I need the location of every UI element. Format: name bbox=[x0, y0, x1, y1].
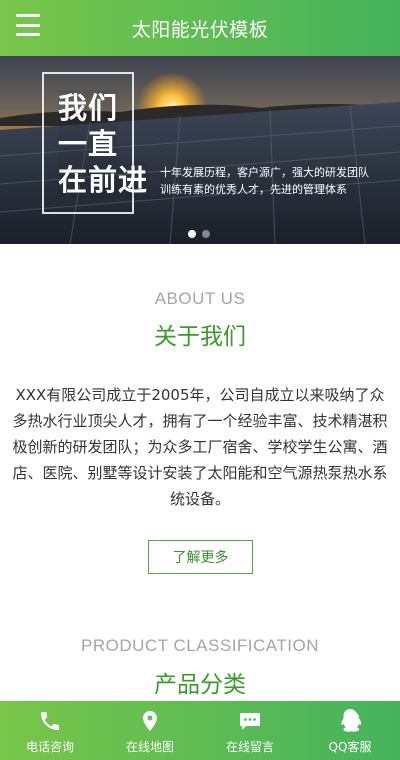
nav-message-label: 在线留言 bbox=[225, 740, 274, 754]
slogan-line-2: 一直 bbox=[58, 126, 119, 162]
products-title-en: PRODUCT CLASSIFICATION bbox=[80, 636, 319, 655]
carousel-dot-1[interactable] bbox=[188, 230, 196, 238]
map-pin-icon bbox=[137, 708, 163, 734]
hero-banner[interactable]: 我们 一直 在前进 十年发展历程，客户源广，强大的研发团队 训练有素的优秀人才，… bbox=[0, 56, 400, 244]
tagline-line-2: 训练有素的优秀人才，先进的管理体系 bbox=[160, 183, 347, 196]
slogan-line-3: 在前进 bbox=[58, 162, 149, 198]
products-title-cn: 产品分类 bbox=[154, 672, 246, 698]
qq-icon bbox=[337, 708, 363, 734]
slogan-line-1: 我们 bbox=[58, 90, 119, 126]
learn-more-button[interactable]: 了解更多 bbox=[148, 540, 253, 574]
tagline-line-1: 十年发展历程，客户源广，强大的研发团队 bbox=[160, 166, 369, 179]
hamburger-menu-icon[interactable] bbox=[16, 14, 40, 36]
message-icon bbox=[237, 708, 263, 734]
nav-qq[interactable]: QQ客服 bbox=[300, 701, 400, 760]
about-title-en: ABOUT US bbox=[154, 289, 246, 308]
nav-phone-label: 电话咨询 bbox=[25, 740, 74, 754]
nav-qq-label: QQ客服 bbox=[328, 740, 372, 754]
nav-message[interactable]: 在线留言 bbox=[200, 701, 300, 760]
top-header: 太阳能光伏模板 bbox=[0, 0, 400, 56]
carousel-dot-2[interactable] bbox=[202, 230, 210, 238]
nav-map-label: 在线地图 bbox=[125, 740, 174, 754]
nav-phone[interactable]: 电话咨询 bbox=[0, 701, 100, 760]
about-paragraph: XXX有限公司成立于2005年，公司自成立以来吸纳了众多热水行业顶尖人才，拥有了… bbox=[12, 386, 388, 508]
carousel-dots bbox=[188, 230, 210, 238]
bottom-nav: 电话咨询 在线地图 在线留言 QQ客服 bbox=[0, 701, 400, 760]
phone-icon bbox=[37, 708, 63, 734]
about-title-cn: 关于我们 bbox=[154, 324, 246, 350]
site-title: 太阳能光伏模板 bbox=[131, 18, 269, 41]
nav-map[interactable]: 在线地图 bbox=[100, 701, 200, 760]
